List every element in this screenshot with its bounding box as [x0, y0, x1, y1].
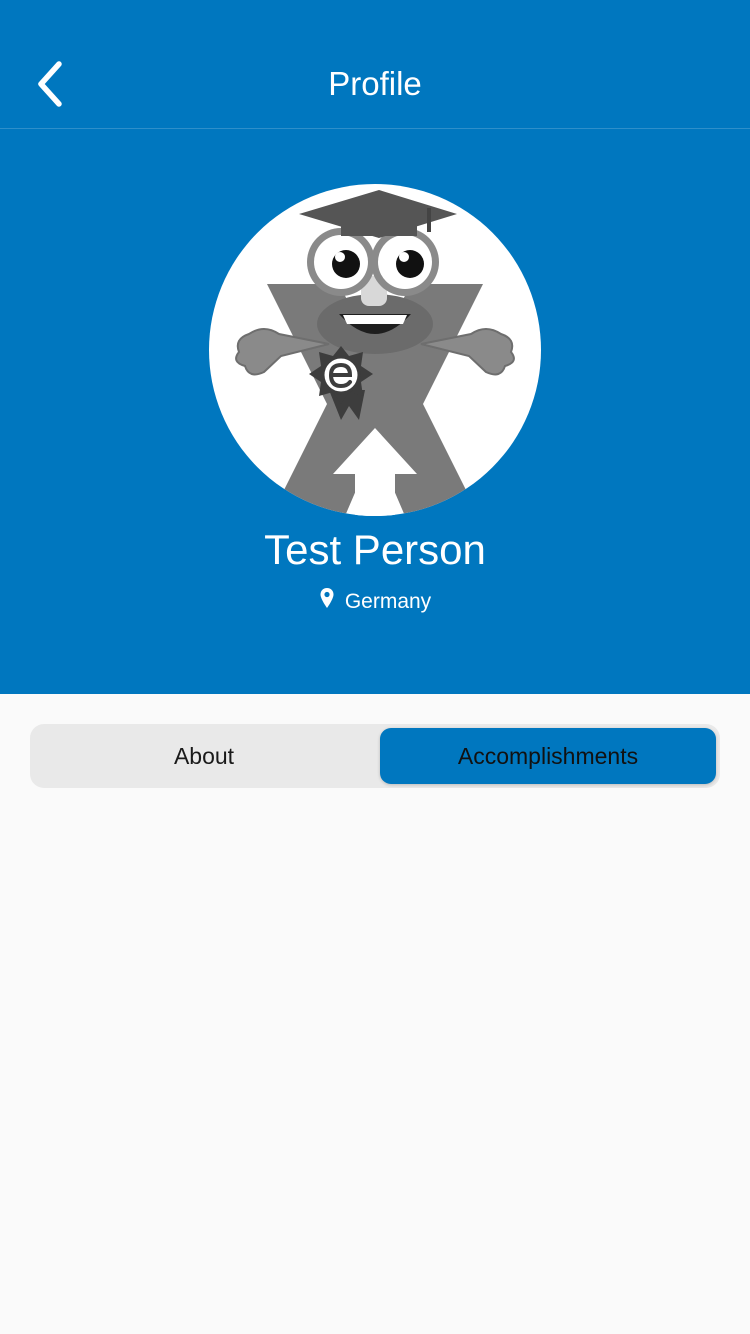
- page-title: Profile: [328, 65, 422, 102]
- tab-about[interactable]: About: [34, 728, 374, 784]
- profile-location: Germany: [0, 588, 750, 614]
- segmented-control: About Accomplishments: [30, 724, 720, 788]
- location-text: Germany: [344, 590, 432, 613]
- map-pin-icon: [320, 588, 334, 608]
- navigation-bar: Profile: [0, 40, 750, 129]
- tab-accomplishments[interactable]: Accomplishments: [380, 728, 716, 784]
- tab-content-area: [0, 800, 750, 1334]
- profile-name: Test Person: [264, 526, 486, 573]
- profile-header: Profile Test Person Germany: [0, 0, 750, 694]
- mascot-avatar: [235, 190, 515, 516]
- avatar: [209, 184, 541, 516]
- profile-screen: Profile Test Person Germany About Accomp…: [0, 0, 750, 1334]
